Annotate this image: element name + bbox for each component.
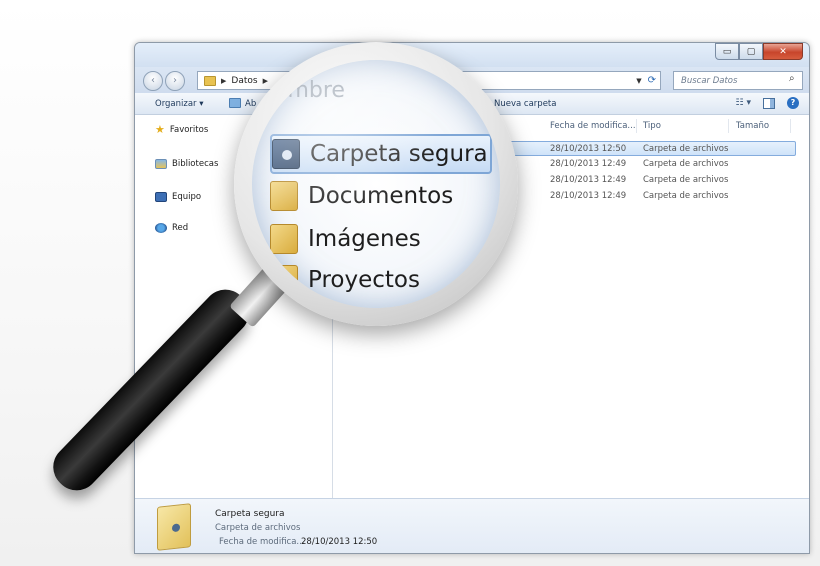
sidebar-item-red[interactable]: Red — [155, 223, 188, 233]
sidebar-item-label: Red — [172, 223, 189, 233]
explorer-window: ▭ ▢ ✕ ‹ › ▶ Datos ▶ ▼ ⟳ Buscar Datos ⌕ O… — [134, 42, 810, 554]
row-type: Carpeta de archivos — [643, 191, 729, 201]
close-button[interactable]: ✕ — [763, 43, 803, 60]
sidebar-item-equipo[interactable]: Equipo — [155, 192, 201, 202]
details-pane: Carpeta segura Carpeta de archivos Fecha… — [135, 498, 809, 553]
column-divider[interactable] — [790, 119, 791, 133]
new-folder-button[interactable]: Nueva carpeta — [494, 99, 556, 109]
breadcrumb-separator-icon: ▶ — [221, 76, 227, 85]
sidebar-item-bibliotecas[interactable]: Bibliotecas — [155, 159, 218, 169]
row-type: Carpeta de archivos — [643, 175, 729, 185]
sidebar-item-label: Equipo — [172, 192, 202, 202]
star-icon: ★ — [155, 123, 165, 136]
computer-icon — [155, 192, 167, 202]
sidebar-item-label: Bibliotecas — [172, 159, 219, 169]
search-icon[interactable]: ⌕ — [789, 73, 805, 84]
back-button[interactable]: ‹ — [143, 71, 163, 91]
row-type: Carpeta de archivos — [643, 159, 729, 169]
command-bar: Organizar ▾ Ab Nueva carpeta ☷ ▾ ? — [135, 93, 809, 115]
secure-folder-icon — [157, 503, 191, 551]
forward-button[interactable]: › — [165, 71, 185, 91]
address-bar[interactable]: ▶ Datos ▶ ▼ ⟳ — [197, 71, 661, 90]
content-area: ★ Favoritos Bibliotecas Equipo Red Fecha… — [135, 115, 809, 498]
column-header-date[interactable]: Fecha de modifica... — [550, 121, 636, 131]
preview-pane-icon[interactable] — [763, 97, 775, 109]
file-list: Fecha de modifica... Tipo Tamaño 28/10/2… — [334, 115, 809, 498]
minimize-icon: ▭ — [722, 46, 732, 57]
row-date: 28/10/2013 12:50 — [550, 144, 627, 154]
history-dropdown-icon[interactable]: ▼ — [636, 77, 641, 85]
column-header-type[interactable]: Tipo — [643, 121, 661, 131]
breadcrumb-separator-icon: ▶ — [262, 76, 268, 85]
open-button[interactable]: Ab — [245, 99, 256, 109]
navigation-bar: ‹ › ▶ Datos ▶ ▼ ⟳ Buscar Datos ⌕ — [135, 67, 809, 93]
maximize-button[interactable]: ▢ — [739, 43, 763, 60]
sidebar-item-favoritos[interactable]: ★ Favoritos — [155, 123, 209, 136]
help-icon[interactable]: ? — [787, 97, 799, 109]
back-arrow-icon: ‹ — [151, 75, 155, 86]
address-controls: ▼ ⟳ — [636, 75, 656, 86]
details-subtitle: Carpeta de archivos — [215, 523, 301, 533]
column-divider[interactable] — [728, 119, 729, 133]
column-header-size[interactable]: Tamaño — [736, 121, 769, 131]
refresh-icon[interactable]: ⟳ — [648, 75, 656, 86]
view-controls: ☷ ▾ ? — [736, 97, 799, 109]
title-bar: ▭ ▢ ✕ — [135, 43, 809, 67]
details-date-value: 28/10/2013 12:50 — [301, 537, 378, 547]
breadcrumb-datos[interactable]: Datos — [231, 76, 257, 86]
open-icon — [229, 98, 241, 108]
table-row[interactable]: 28/10/2013 12:50 Carpeta de archivos — [342, 141, 796, 156]
libraries-icon — [155, 159, 167, 169]
column-divider[interactable] — [636, 119, 637, 133]
table-row[interactable]: 28/10/2013 12:49 Carpeta de archivos — [342, 189, 796, 204]
forward-arrow-icon: › — [173, 75, 177, 86]
navigation-pane: ★ Favoritos Bibliotecas Equipo Red — [135, 115, 333, 498]
network-icon — [155, 223, 167, 233]
maximize-icon: ▢ — [746, 46, 756, 57]
table-row[interactable]: 28/10/2013 12:49 Carpeta de archivos — [342, 157, 796, 172]
search-input[interactable]: Buscar Datos — [673, 71, 803, 90]
caption-buttons: ▭ ▢ ✕ — [715, 43, 803, 60]
row-date: 28/10/2013 12:49 — [550, 175, 627, 185]
folder-icon — [204, 75, 216, 86]
sidebar-item-label: Favoritos — [169, 125, 209, 135]
row-date: 28/10/2013 12:49 — [550, 191, 627, 201]
row-date: 28/10/2013 12:49 — [550, 159, 627, 169]
close-icon: ✕ — [779, 46, 787, 57]
view-options-icon[interactable]: ☷ ▾ — [736, 98, 751, 108]
row-type: Carpeta de archivos — [643, 144, 729, 154]
organize-button[interactable]: Organizar ▾ — [155, 99, 204, 109]
lock-icon — [172, 523, 180, 533]
minimize-button[interactable]: ▭ — [715, 43, 739, 60]
details-date-label: Fecha de modifica... — [219, 537, 305, 547]
details-title: Carpeta segura — [215, 509, 285, 519]
table-row[interactable]: 28/10/2013 12:49 Carpeta de archivos — [342, 173, 796, 188]
